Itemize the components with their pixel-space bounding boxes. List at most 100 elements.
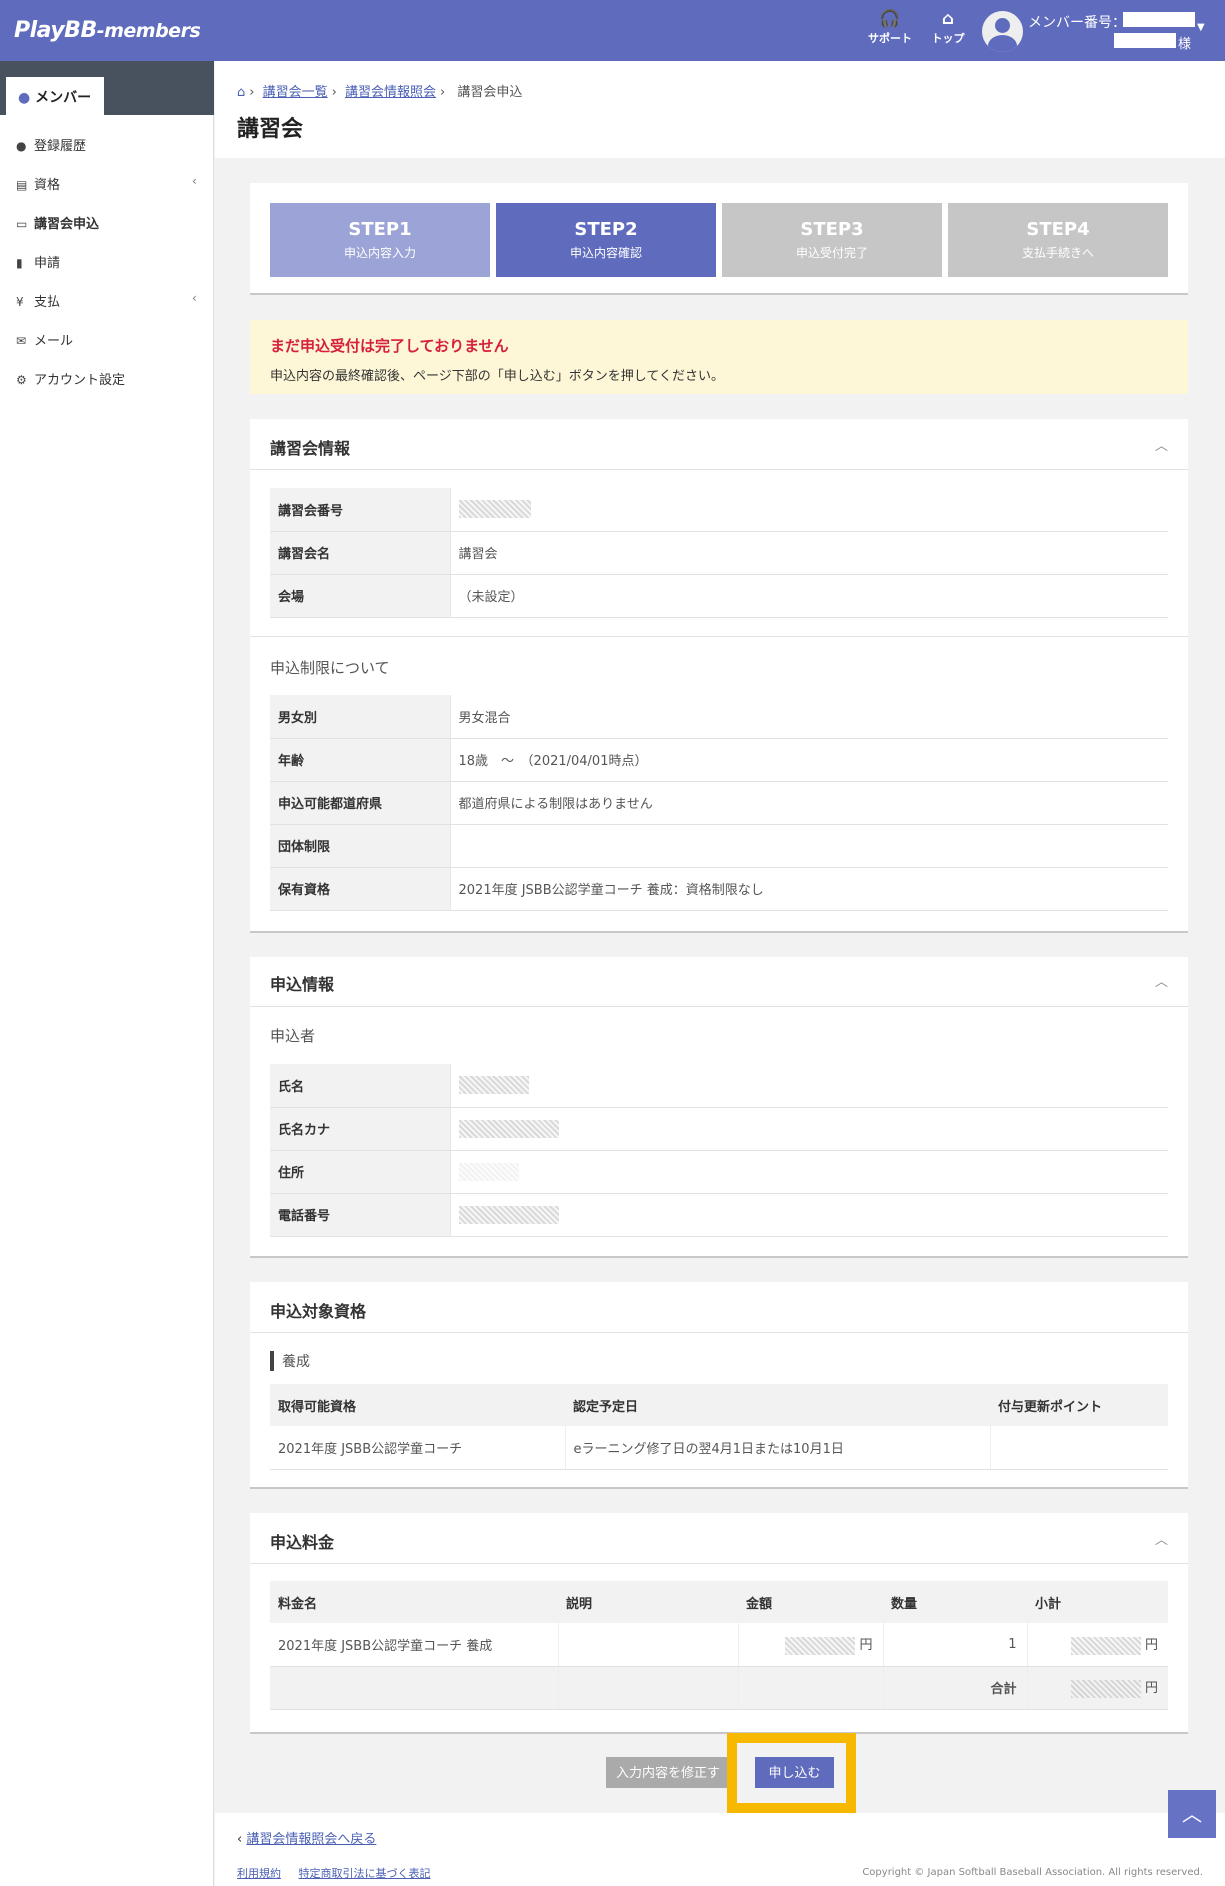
chevron-up-icon[interactable]: ︿ [1155, 971, 1168, 990]
table-row: 団体制限 [270, 824, 1168, 868]
breadcrumb: ⌂ › 講習会一覧 › 講習会情報照会 › 講習会申込 [237, 85, 523, 100]
member-name-redacted [1114, 33, 1176, 48]
step-3: STEP3 申込受付完了 [722, 203, 942, 277]
sidebar-item-mail[interactable]: ✉ メール [16, 330, 73, 349]
sidebar-item-request[interactable]: ▮ 申請 [16, 252, 60, 271]
training-subheading: 養成 [270, 1351, 310, 1371]
table-row: 会場 （未設定） [270, 574, 1168, 618]
chevron-left-icon: ‹ [237, 1832, 243, 1847]
user-icon: ● [18, 90, 31, 106]
sidebar-tab-member[interactable]: ● メンバー [6, 77, 104, 115]
commerce-law-link[interactable]: 特定商取引法に基づく表記 [299, 1867, 431, 1880]
user-icon: ● [16, 139, 27, 153]
table-row: 住所 [270, 1150, 1168, 1194]
limits-subheading: 申込制限について [270, 659, 390, 677]
applicant-table: 氏名 氏名カナ 住所 電話番号 [270, 1064, 1168, 1237]
course-info-table: 講習会番号 講習会名 講習会 会場 （未設定） [270, 488, 1168, 618]
steps-panel: STEP1 申込内容入力 STEP2 申込内容確認 STEP3 申込受付完了 STEP… [250, 183, 1188, 295]
subtotal-redacted [1070, 1636, 1141, 1655]
yen-icon: ¥ [16, 295, 24, 309]
fee-table: 料金名 説明 金額 数量 小計 2021年度 JSBB公認学童コーチ 養成 円 … [270, 1581, 1168, 1710]
table-row: 保有資格 2021年度 JSBB公認学童コーチ 養成：資格制限なし [270, 867, 1168, 911]
warning-alert: まだ申込受付は完了しておりません 申込内容の最終確認後、ページ下部の「申し込む」… [250, 320, 1188, 394]
amount-redacted [785, 1636, 856, 1655]
back-to-course-info-link[interactable]: 講習会情報照会へ戻る [246, 1832, 376, 1847]
top-navbar: PlayBB-members 🎧 サポート ⌂ トップ メンバー番号： 様 ▼ [0, 0, 1225, 61]
alert-title: まだ申込受付は完了しておりません [270, 337, 509, 355]
sidebar-item-account[interactable]: ⚙ アカウント設定 [16, 369, 125, 388]
sidebar-item-course-apply[interactable]: ▭ 講習会申込 [16, 213, 99, 232]
member-number-label: メンバー番号： [1028, 15, 1126, 31]
table-row: 氏名 [270, 1064, 1168, 1108]
name-redacted [458, 1076, 529, 1095]
kana-redacted [458, 1119, 559, 1138]
chevron-up-icon[interactable]: ︿ [1155, 1529, 1168, 1548]
home-icon[interactable]: ⌂ [237, 85, 245, 100]
section-title: 講習会情報 [270, 439, 351, 458]
desktop-user-icon: ▭ [16, 217, 28, 231]
edit-input-button[interactable]: 入力内容を修正す [606, 1757, 730, 1788]
applicant-subheading: 申込者 [270, 1027, 316, 1045]
content-header: ⌂ › 講習会一覧 › 講習会情報照会 › 講習会申込 講習会 [215, 61, 1225, 158]
section-title: 申込料金 [270, 1533, 335, 1552]
avatar[interactable] [982, 11, 1023, 52]
table-row: 申込可能都道府県 都道府県による制限はありません [270, 781, 1168, 825]
top-link[interactable]: ⌂ トップ [922, 8, 974, 46]
table-row: 講習会名 講習会 [270, 531, 1168, 575]
address-redacted [458, 1162, 519, 1181]
qualification-panel: 申込対象資格 養成 取得可能資格 認定予定日 付与更新ポイント 2021年度 J… [250, 1282, 1188, 1489]
sidebar: ● メンバー ● 登録履歴 ▤ 資格 ‹ ▭ 講習会申込 ▮ 申請 ¥ 支払 ‹ ✉ メール… [0, 61, 214, 1886]
id-card-icon: ▤ [16, 178, 28, 192]
logo[interactable]: PlayBB-members [14, 18, 201, 43]
course-number-redacted [458, 500, 531, 519]
terms-link[interactable]: 利用規約 [237, 1867, 281, 1880]
support-link[interactable]: 🎧 サポート [864, 8, 916, 46]
sidebar-item-qualification[interactable]: ▤ 資格 [16, 174, 60, 193]
limits-table: 男女別 男女混合 年齢 18歳 ～ （2021/04/01時点） 申込可能都道府県都… [270, 695, 1168, 911]
alert-body: 申込内容の最終確認後、ページ下部の「申し込む」ボタンを押してください。 [270, 369, 724, 384]
chevron-left-icon[interactable]: ‹ [192, 174, 197, 188]
chevron-up-icon: ︿ [1182, 1802, 1202, 1826]
table-row: 講習会番号 [270, 488, 1168, 532]
table-row: 2021年度 JSBB公認学童コーチ eラーニング修了日の翌4月1日または10月… [270, 1426, 1168, 1470]
sidebar-item-history[interactable]: ● 登録履歴 [16, 135, 86, 154]
footer-links: 利用規約 特定商取引法に基づく表記 [237, 1865, 445, 1881]
footer: ‹ 講習会情報照会へ戻る 利用規約 特定商取引法に基づく表記 Copyright… [215, 1813, 1225, 1886]
member-number-redacted [1123, 12, 1195, 27]
sidebar-item-payment[interactable]: ¥ 支払 [16, 291, 60, 310]
page-title: 講習会 [237, 117, 304, 142]
qualification-table: 取得可能資格 認定予定日 付与更新ポイント 2021年度 JSBB公認学童コーチ… [270, 1384, 1168, 1470]
headset-icon: 🎧 [879, 9, 901, 29]
chevron-up-icon[interactable]: ︿ [1155, 435, 1168, 454]
apply-button[interactable]: 申し込む [755, 1757, 834, 1788]
table-row: 電話番号 [270, 1193, 1168, 1237]
step-1: STEP1 申込内容入力 [270, 203, 490, 277]
breadcrumb-current: 講習会申込 [457, 85, 523, 100]
section-title: 申込対象資格 [270, 1302, 367, 1321]
scroll-to-top-button[interactable]: ︿ [1168, 1790, 1216, 1838]
envelope-icon: ✉ [16, 334, 27, 348]
document-icon: ▮ [16, 256, 23, 270]
breadcrumb-course-info[interactable]: 講習会情報照会 [345, 85, 436, 100]
total-row: 合計 円 [270, 1666, 1168, 1710]
applicant-panel: 申込情報 ︿ 申込者 氏名 氏名カナ 住所 電話番号 [250, 957, 1188, 1258]
breadcrumb-course-list[interactable]: 講習会一覧 [263, 85, 328, 100]
table-row: 氏名カナ [270, 1107, 1168, 1151]
total-redacted [1070, 1679, 1141, 1698]
table-row: 年齢 18歳 ～ （2021/04/01時点） [270, 738, 1168, 782]
section-title: 申込情報 [270, 975, 335, 994]
user-gear-icon: ⚙ [16, 373, 27, 387]
copyright: Copyright © Japan Softball Baseball Asso… [862, 1867, 1203, 1878]
back-link-row: ‹ 講習会情報照会へ戻る [237, 1828, 376, 1847]
fee-panel: 申込料金 ︿ 料金名 説明 金額 数量 小計 2021年度 JSBB公認学童コー… [250, 1513, 1188, 1734]
chevron-left-icon[interactable]: ‹ [192, 291, 197, 305]
home-icon: ⌂ [941, 9, 955, 29]
step-4: STEP4 支払手続きへ [948, 203, 1168, 277]
chevron-down-icon[interactable]: ▼ [1197, 22, 1205, 33]
honorific: 様 [1178, 37, 1192, 52]
table-row: 男女別 男女混合 [270, 695, 1168, 739]
phone-redacted [458, 1205, 559, 1224]
table-row: 2021年度 JSBB公認学童コーチ 養成 円 1 円 [270, 1623, 1168, 1667]
step-2: STEP2 申込内容確認 [496, 203, 716, 277]
course-info-panel: 講習会情報 ︿ 講習会番号 講習会名 講習会 会場 （未設定） 申込制限について 男… [250, 419, 1188, 933]
